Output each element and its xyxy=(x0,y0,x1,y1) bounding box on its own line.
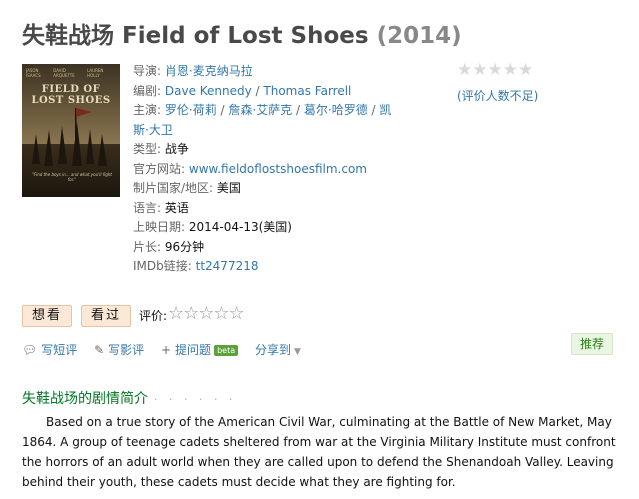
info-website: 官方网站: www.fieldoflostshoesfilm.com xyxy=(133,160,383,180)
ask-label: 提问题 xyxy=(175,343,212,357)
writer-label: 编剧: xyxy=(133,83,162,98)
title-zh: 失鞋战场 xyxy=(22,23,114,49)
write-short-label: 写短评 xyxy=(41,343,78,357)
plus-icon: + xyxy=(160,343,172,357)
release-value: 2014-04-13(美国) xyxy=(188,220,292,234)
title-year: (2014) xyxy=(376,23,462,49)
website-link[interactable]: www.fieldoflostshoesfilm.com xyxy=(189,162,367,176)
writer-link[interactable]: Dave Kennedy xyxy=(165,84,252,98)
poster-soldiers-art xyxy=(32,108,107,166)
poster-credits: JASON ISAACS DAVID ARQUETTE LAUREN HOLLY xyxy=(26,68,116,78)
ask-question-link[interactable]: + 提问题 beta xyxy=(160,343,239,357)
beta-badge: beta xyxy=(214,345,239,356)
cast-link[interactable]: 葛尔·哈罗德 xyxy=(304,103,368,117)
info-release: 上映日期: 2014-04-13(美国) xyxy=(133,218,383,238)
language-label: 语言: xyxy=(133,200,162,215)
poster-credit: DAVID ARQUETTE xyxy=(53,68,75,78)
cast-link[interactable]: 斯·大卫 xyxy=(133,123,173,137)
rating-note[interactable]: (评价人数不足) xyxy=(457,87,577,104)
watched-button[interactable]: 看过 xyxy=(81,305,132,327)
info-country: 制片国家/地区: 美国 xyxy=(133,179,383,199)
runtime-label: 片长: xyxy=(133,239,162,254)
title-en: Field of Lost Shoes xyxy=(122,23,369,49)
info-imdb: IMDb链接: tt2477218 xyxy=(133,257,383,277)
pencil-icon: ✎ xyxy=(94,343,105,357)
rating-stars-icon: ★★★★★ xyxy=(457,60,534,80)
info-cast: 主演: 罗伦·荷莉 / 詹森·艾萨克 / 葛尔·哈罗德 / 凯 xyxy=(133,101,391,121)
synopsis-title: 失鞋战场的剧情简介 xyxy=(22,391,148,407)
genre-value: 战争 xyxy=(164,142,189,156)
rate-stars-input[interactable]: ☆☆☆☆☆ xyxy=(168,303,245,324)
cast-link[interactable]: 詹森·艾萨克 xyxy=(228,103,292,117)
rate-label: 评价: xyxy=(139,309,168,323)
action-bar: 💬︎ 写短评 ✎ 写影评 + 提问题 beta 分享到 ▼ xyxy=(22,341,314,358)
info-language: 语言: 英语 xyxy=(133,199,383,219)
separator: / xyxy=(251,83,264,98)
separator: / xyxy=(216,103,229,117)
recommend-button[interactable]: 推荐 xyxy=(571,333,613,355)
movie-info: 导演: 肖恩·麦克纳马拉 编剧: Dave Kennedy / Thomas F… xyxy=(133,62,391,277)
imdb-link[interactable]: tt2477218 xyxy=(196,259,259,273)
director-link[interactable]: 肖恩·麦克纳马拉 xyxy=(165,64,253,78)
info-director: 导演: 肖恩·麦克纳马拉 xyxy=(133,62,383,82)
share-dropdown[interactable]: 分享到 ▼ xyxy=(255,343,301,357)
country-label: 制片国家/地区: xyxy=(133,181,214,195)
share-label: 分享到 xyxy=(254,343,291,357)
writer-link[interactable]: Thomas Farrell xyxy=(263,84,351,98)
poster-tagline: "Find the boys in... and what you'll fig… xyxy=(32,172,112,182)
movie-poster[interactable]: JASON ISAACS DAVID ARQUETTE LAUREN HOLLY… xyxy=(22,64,120,197)
runtime-value: 96分钟 xyxy=(164,239,205,254)
poster-credit: LAUREN HOLLY xyxy=(87,68,104,78)
separator: / xyxy=(292,103,304,117)
poster-credit: JASON ISAACS xyxy=(26,68,41,78)
write-review-link[interactable]: ✎ 写影评 xyxy=(94,343,144,357)
cast-link[interactable]: 罗伦·荷莉 xyxy=(165,103,217,117)
want-to-watch-button[interactable]: 想看 xyxy=(22,305,73,327)
write-short-review-link[interactable]: 💬︎ 写短评 xyxy=(22,343,77,357)
imdb-label: IMDb链接: xyxy=(133,259,192,273)
cast-label: 主演: xyxy=(133,103,162,117)
poster-title-line: FIELD OF xyxy=(41,84,101,95)
info-cast-cont: 斯·大卫 xyxy=(133,121,383,141)
heading-dots: · · · · · · xyxy=(154,393,237,406)
release-label: 上映日期: xyxy=(133,220,186,234)
poster-title: FIELD OF LOST SHOES xyxy=(22,84,120,106)
director-label: 导演: xyxy=(133,64,162,78)
separator: / xyxy=(367,103,380,117)
speech-bubble-icon: 💬︎ xyxy=(22,343,38,357)
cast-link[interactable]: 凯 xyxy=(379,103,391,117)
info-genre: 类型: 战争 xyxy=(133,140,383,160)
country-value: 美国 xyxy=(216,181,241,195)
page-title: 失鞋战场 Field of Lost Shoes (2014) xyxy=(22,16,462,50)
synopsis-heading: 失鞋战场的剧情简介 · · · · · · xyxy=(22,388,236,408)
info-runtime: 片长: 96分钟 xyxy=(133,238,383,258)
language-value: 英语 xyxy=(164,200,189,215)
chevron-down-icon: ▼ xyxy=(293,347,301,357)
website-label: 官方网站: xyxy=(133,161,186,176)
synopsis-text: Based on a true story of the American Ci… xyxy=(22,415,616,489)
rating-box: ★★★★★ (评价人数不足) xyxy=(457,60,577,104)
genre-label: 类型: xyxy=(133,142,162,156)
info-writer: 编剧: Dave Kennedy / Thomas Farrell xyxy=(133,82,383,102)
write-review-label: 写影评 xyxy=(108,343,145,357)
